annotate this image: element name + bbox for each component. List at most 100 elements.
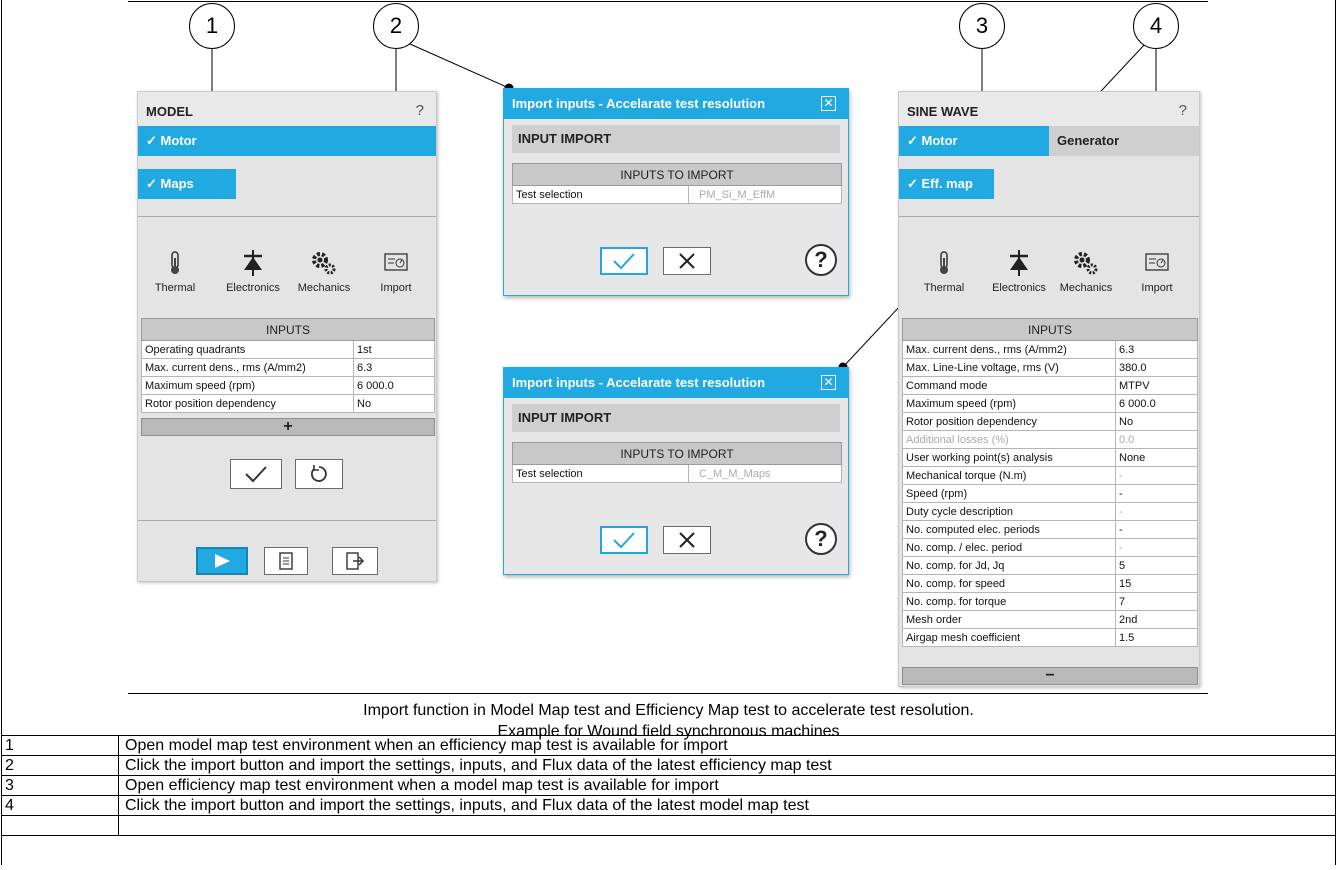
diode-icon [244, 250, 262, 276]
import-icon [384, 253, 408, 271]
divider [138, 520, 436, 521]
table-row: Command mode MTPV [902, 376, 1198, 395]
row-value[interactable]: 6.3 [1115, 340, 1198, 359]
test-selection-field[interactable]: C_M_M_Maps [688, 464, 842, 483]
reset-button[interactable] [295, 459, 343, 489]
table-row: No. comp. / elec. period - [902, 538, 1198, 557]
row-label: Command mode [902, 376, 1116, 395]
row-label: No. comp. for torque [902, 592, 1116, 611]
model-panel: MODEL ? ✓ Motor ✓ Maps Thermal Electroni… [137, 91, 437, 582]
reset-icon [311, 465, 327, 482]
callout-2: 2 [373, 3, 419, 49]
help-icon[interactable]: ? [805, 244, 837, 276]
row-value[interactable]: - [1115, 538, 1198, 557]
row-value[interactable]: 15 [1115, 574, 1198, 593]
close-icon[interactable]: ✕ [821, 375, 836, 390]
results-button[interactable] [264, 547, 308, 575]
legend-row: 4 Click the import button and import the… [0, 796, 1337, 816]
thermal-label: Thermal [923, 282, 965, 294]
tab-maps[interactable]: ✓ Maps [138, 169, 236, 199]
table-row: Max. current dens., rms (A/mm2) 6.3 [141, 358, 435, 377]
thermal-label: Thermal [154, 282, 196, 294]
row-value[interactable]: 2nd [1115, 610, 1198, 629]
collapse-button[interactable]: − [902, 667, 1198, 685]
expand-button[interactable]: + [141, 418, 435, 436]
inputs-header: INPUTS [141, 318, 435, 341]
table-row: No. comp. for speed 15 [902, 574, 1198, 593]
tab-generator[interactable]: Generator [1049, 126, 1199, 156]
mechanics-button[interactable]: Mechanics [291, 250, 357, 294]
dialog-title: Import inputs - Accelarate test resoluti… [504, 368, 848, 398]
row-value[interactable]: 1st [353, 340, 435, 359]
row-value[interactable]: 5 [1115, 556, 1198, 575]
row-value[interactable]: 7 [1115, 592, 1198, 611]
row-value[interactable]: 380.0 [1115, 358, 1198, 377]
row-label: No. comp. for Jd, Jq [902, 556, 1116, 575]
mechanics-button[interactable]: Mechanics [1053, 250, 1119, 294]
row-label: Speed (rpm) [902, 484, 1116, 503]
help-button[interactable]: ? [416, 102, 424, 119]
row-value[interactable]: No [1115, 412, 1198, 431]
thermometer-icon [940, 251, 948, 274]
row-value[interactable]: MTPV [1115, 376, 1198, 395]
import-button[interactable]: Import [1131, 250, 1183, 294]
row-label: Rotor position dependency [902, 412, 1116, 431]
tab-motor[interactable]: ✓ Motor [138, 126, 436, 156]
row-label: No. comp. for speed [902, 574, 1116, 593]
legend-text: Open model map test environment when an … [125, 737, 728, 754]
run-button[interactable] [196, 547, 248, 575]
tab-motor[interactable]: ✓ Motor [899, 126, 1049, 156]
cancel-button[interactable] [663, 526, 711, 554]
inputs-table: INPUTS Operating quadrants 1st Max. curre… [141, 318, 435, 413]
export-button[interactable] [332, 547, 378, 575]
confirm-button[interactable] [600, 526, 648, 554]
row-label: Airgap mesh coefficient [902, 628, 1116, 647]
row-value[interactable]: 0.0 [1115, 430, 1198, 449]
close-icon[interactable]: ✕ [821, 96, 836, 111]
row-value[interactable]: - [1115, 502, 1198, 521]
dialog-subtitle: INPUT IMPORT [512, 404, 840, 432]
legend-text: Click the import button and import the s… [125, 797, 809, 814]
diode-icon [1010, 250, 1028, 276]
import-icon [1145, 253, 1169, 271]
export-icon [346, 552, 365, 570]
legend-number: 3 [5, 777, 14, 794]
table-row: Max. current dens., rms (A/mm2) 6.3 [902, 340, 1198, 359]
row-value[interactable]: 1.5 [1115, 628, 1198, 647]
help-button[interactable]: ? [1179, 102, 1187, 119]
row-value[interactable]: 6 000.0 [353, 376, 435, 395]
row-label: Max. current dens., rms (A/mm2) [902, 340, 1116, 359]
row-value[interactable]: - [1115, 466, 1198, 485]
row-value[interactable]: - [1115, 520, 1198, 539]
thermal-button[interactable]: Thermal [150, 250, 200, 294]
help-icon[interactable]: ? [805, 523, 837, 555]
cancel-button[interactable] [663, 247, 711, 275]
row-label: Maximum speed (rpm) [141, 376, 354, 395]
check-icon [613, 532, 635, 549]
row-value[interactable]: - [1115, 484, 1198, 503]
callout-4: 4 [1133, 3, 1179, 49]
table-row: Maximum speed (rpm) 6 000.0 [141, 376, 435, 395]
electronics-button[interactable]: Electronics [217, 250, 289, 294]
import-button[interactable]: Import [370, 250, 422, 294]
row-label: Max. Line-Line voltage, rms (V) [902, 358, 1116, 377]
row-label: Operating quadrants [141, 340, 354, 359]
test-selection-field[interactable]: PM_Si_M_EffM [688, 185, 842, 204]
electronics-button[interactable]: Electronics [983, 250, 1055, 294]
row-value[interactable]: 6.3 [353, 358, 435, 377]
legend-number: 4 [5, 797, 14, 814]
tab-eff-map[interactable]: ✓ Eff. map [899, 169, 994, 199]
thermal-button[interactable]: Thermal [919, 250, 969, 294]
legend-row: 3 Open efficiency map test environment w… [0, 776, 1337, 796]
validate-button[interactable] [230, 459, 282, 489]
confirm-button[interactable] [600, 247, 648, 275]
row-value[interactable]: None [1115, 448, 1198, 467]
row-value[interactable]: 6 000.0 [1115, 394, 1198, 413]
table-row: Operating quadrants 1st [141, 340, 435, 359]
play-icon [215, 554, 230, 568]
row-value[interactable]: No [353, 394, 435, 413]
electronics-label: Electronics [992, 282, 1046, 294]
table-row: Max. Line-Line voltage, rms (V) 380.0 [902, 358, 1198, 377]
table-row: No. comp. for Jd, Jq 5 [902, 556, 1198, 575]
table-row: Test selection C_M_M_Maps [512, 464, 842, 483]
